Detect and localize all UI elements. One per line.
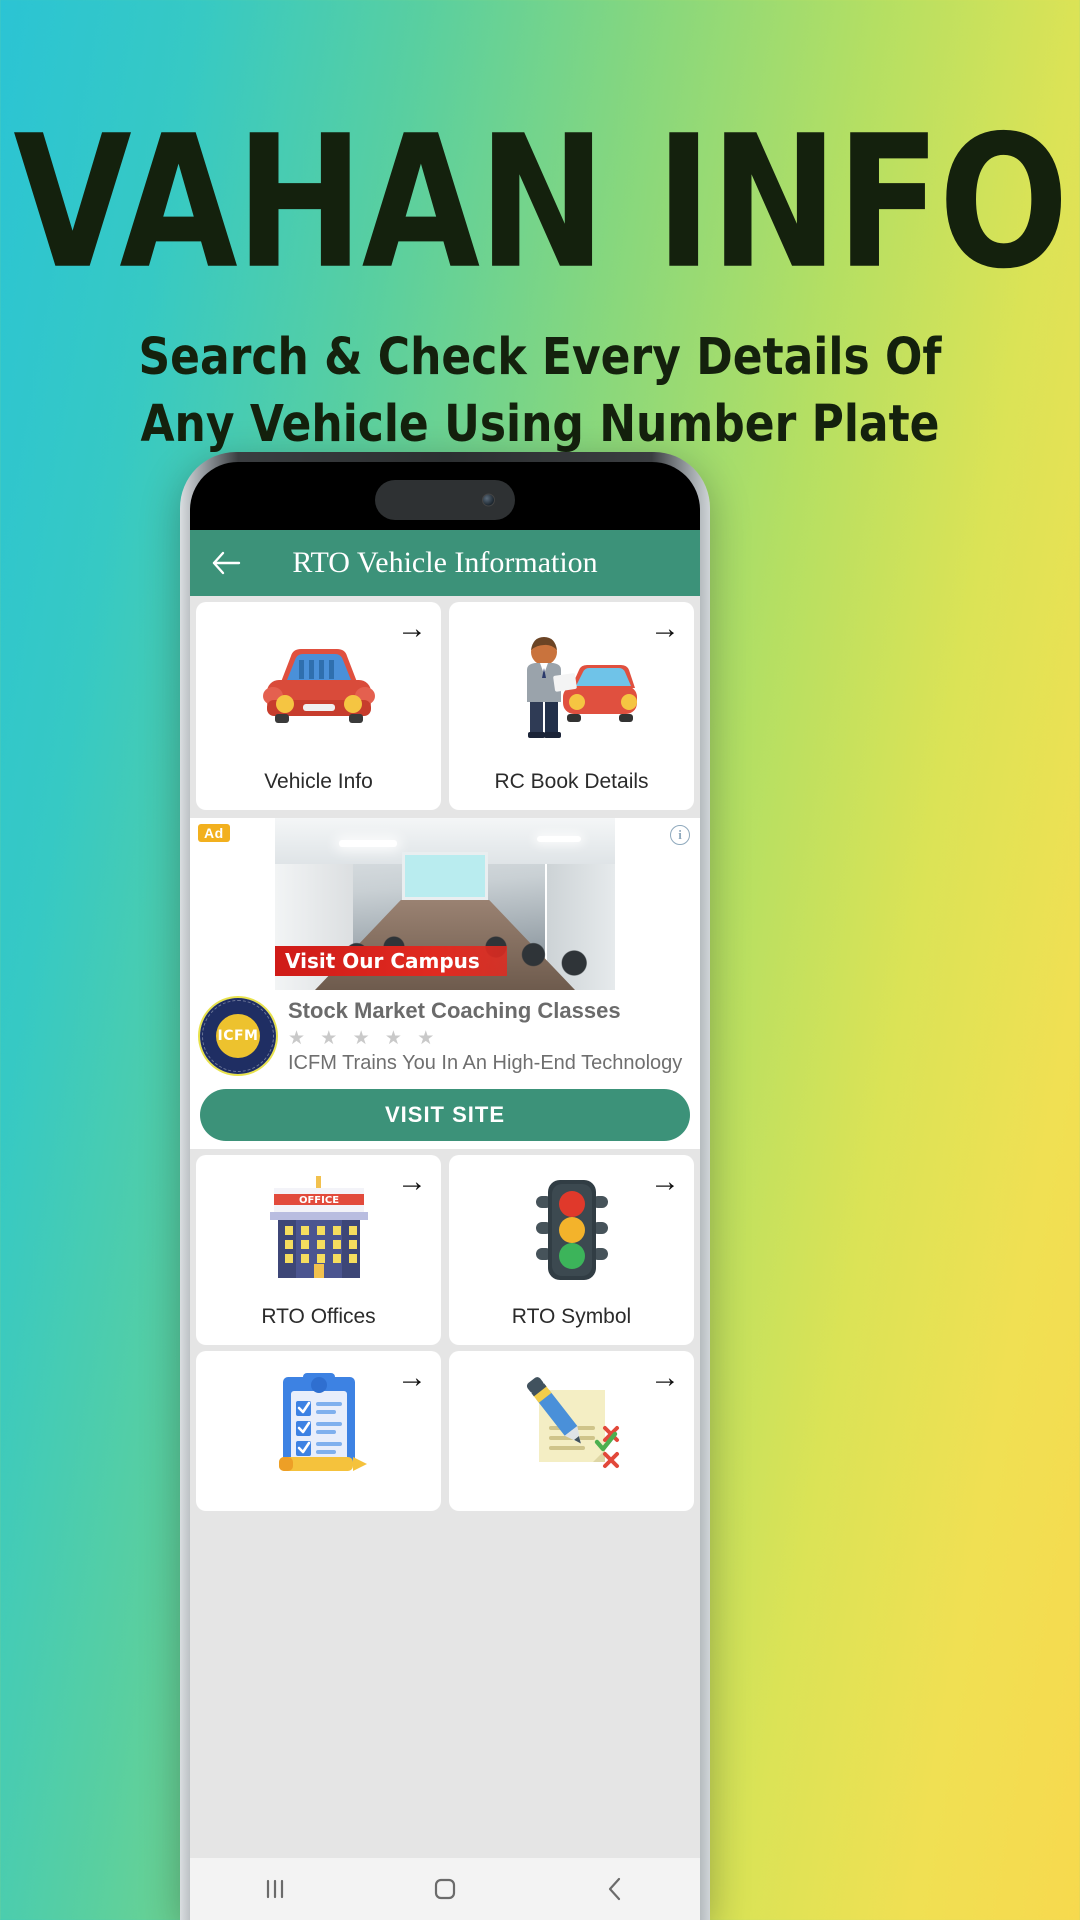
- page-title: VAHAN INFO: [13, 97, 1068, 310]
- arrow-right-icon: →: [397, 612, 427, 645]
- home-icon[interactable]: [400, 1858, 490, 1920]
- back-chevron-icon[interactable]: [570, 1858, 660, 1920]
- advertisement[interactable]: Ad i Visit Our Campus ICFM Stock Market …: [190, 818, 700, 1149]
- back-arrow-icon[interactable]: [204, 541, 248, 585]
- app-bar: RTO Vehicle Information: [190, 530, 700, 596]
- app-bar-title: RTO Vehicle Information: [292, 546, 598, 579]
- arrow-right-icon: →: [650, 612, 680, 645]
- app-content: → Vehicle Info → RC Book Details Ad i Vi…: [190, 596, 700, 1858]
- tile-label: RTO Offices: [261, 1305, 376, 1328]
- tile-label: RTO Symbol: [511, 1305, 632, 1328]
- promo-subtitle-line-2: Any Vehicle Using Number Plate: [140, 394, 940, 455]
- phone-screen-bezel: RTO Vehicle Information → Vehicle Info →…: [190, 462, 700, 1920]
- arrow-right-icon: →: [397, 1165, 427, 1198]
- android-nav-bar: [190, 1858, 700, 1920]
- phone-mockup: RTO Vehicle Information → Vehicle Info →…: [180, 452, 710, 1920]
- ad-headline: Stock Market Coaching Classes: [288, 998, 621, 1023]
- ad-description: ICFM Trains You In An High-End Technolog…: [288, 1052, 683, 1074]
- ad-badge: Ad: [198, 824, 230, 842]
- promo-subtitle: Search & Check Every Details Of Any Vehi…: [0, 324, 1080, 459]
- tile-label: RC Book Details: [494, 770, 649, 793]
- ad-rating-stars: ★ ★ ★ ★ ★: [288, 1028, 440, 1049]
- tile-checklist[interactable]: →: [196, 1351, 441, 1511]
- tile-rc-book-details[interactable]: → RC Book Details: [449, 602, 694, 810]
- promo-header: VAHAN INFO Search & Check Every Details …: [0, 0, 1080, 454]
- info-icon[interactable]: i: [670, 825, 690, 845]
- ad-body: ICFM Stock Market Coaching Classes ★ ★ ★…: [190, 990, 700, 1079]
- advertiser-logo: ICFM: [200, 998, 276, 1074]
- arrow-right-icon: →: [397, 1361, 427, 1394]
- arrow-right-icon: →: [650, 1361, 680, 1394]
- arrow-right-icon: →: [650, 1165, 680, 1198]
- ad-banner-text: Visit Our Campus: [275, 946, 507, 976]
- tile-note-pencil[interactable]: →: [449, 1351, 694, 1511]
- phone-notch: [375, 480, 515, 520]
- tile-row-1: → Vehicle Info → RC Book Details: [190, 596, 700, 810]
- recents-icon[interactable]: [230, 1858, 320, 1920]
- app-screen: RTO Vehicle Information → Vehicle Info →…: [190, 530, 700, 1920]
- tile-label: Vehicle Info: [264, 770, 373, 793]
- svg-text:OFFICE: OFFICE: [298, 1195, 338, 1206]
- tile-vehicle-info[interactable]: → Vehicle Info: [196, 602, 441, 810]
- tile-row-2: → OFFICE RTO Offices → RTO Symbol: [190, 1149, 700, 1345]
- tile-rto-offices[interactable]: → OFFICE RTO Offices: [196, 1155, 441, 1345]
- tile-rto-symbol[interactable]: → RTO Symbol: [449, 1155, 694, 1345]
- promo-subtitle-line-1: Search & Check Every Details Of: [138, 327, 942, 387]
- visit-site-button[interactable]: VISIT SITE: [200, 1089, 690, 1141]
- tile-row-3: → →: [190, 1345, 700, 1511]
- front-camera-icon: [482, 493, 495, 507]
- ad-image: Visit Our Campus: [275, 818, 615, 990]
